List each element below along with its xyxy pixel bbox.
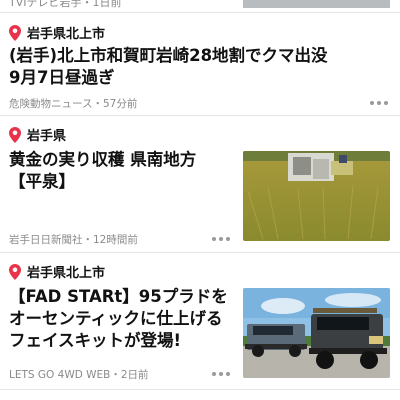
- article-title[interactable]: 黄金の実り収穫 県南地方 【平泉】: [9, 149, 196, 193]
- article-source-time: 危険動物ニュース・57分前: [9, 98, 138, 110]
- map-pin-icon: [9, 126, 21, 143]
- location-label: 岩手県北上市: [27, 266, 106, 281]
- location-label: 岩手県北上市: [27, 27, 106, 42]
- rice-harvest-photo[interactable]: [243, 151, 390, 241]
- location-label: 岩手県: [27, 129, 67, 144]
- news-article-item[interactable]: 岩手県北上市 (岩手)北上市和賀町岩崎28地割でクマ出没 9月7日昼過ぎ 危険動…: [0, 13, 400, 115]
- article-source-time: LETS GO 4WD WEB・2日前: [9, 369, 149, 381]
- previous-article-partial[interactable]: TVIテレビ岩手・1日前: [0, 0, 400, 12]
- article-title[interactable]: (岩手)北上市和賀町岩崎28地割でクマ出没 9月7日昼過ぎ: [9, 45, 328, 89]
- land-cruiser-photo[interactable]: [243, 288, 390, 378]
- news-article-item[interactable]: 岩手県北上市 【FAD STARt】95プラドを オーセンティックに仕上げる フ…: [0, 253, 400, 388]
- more-options-icon[interactable]: [212, 237, 230, 241]
- more-options-icon[interactable]: [212, 372, 230, 376]
- more-options-icon[interactable]: [370, 101, 388, 105]
- land-cruiser-photo-image: [243, 288, 390, 378]
- article-title[interactable]: 【FAD STARt】95プラドを オーセンティックに仕上げる フェイスキットが…: [9, 286, 228, 352]
- article-source-time: TVIテレビ岩手・1日前: [9, 0, 122, 9]
- rice-harvest-photo-image: [243, 151, 390, 241]
- map-pin-icon: [9, 24, 21, 41]
- article-source-time: 岩手日日新聞社・12時間前: [9, 234, 138, 246]
- article-thumbnail: [243, 0, 390, 8]
- article-location: 岩手県北上市: [9, 262, 105, 281]
- divider: [0, 389, 400, 390]
- news-article-item[interactable]: 岩手県 黄金の実り収穫 県南地方 【平泉】 岩手日日新聞社・12時間前: [0, 116, 400, 252]
- article-location: 岩手県北上市: [9, 23, 105, 42]
- map-pin-icon: [9, 263, 21, 280]
- article-location: 岩手県: [9, 125, 66, 144]
